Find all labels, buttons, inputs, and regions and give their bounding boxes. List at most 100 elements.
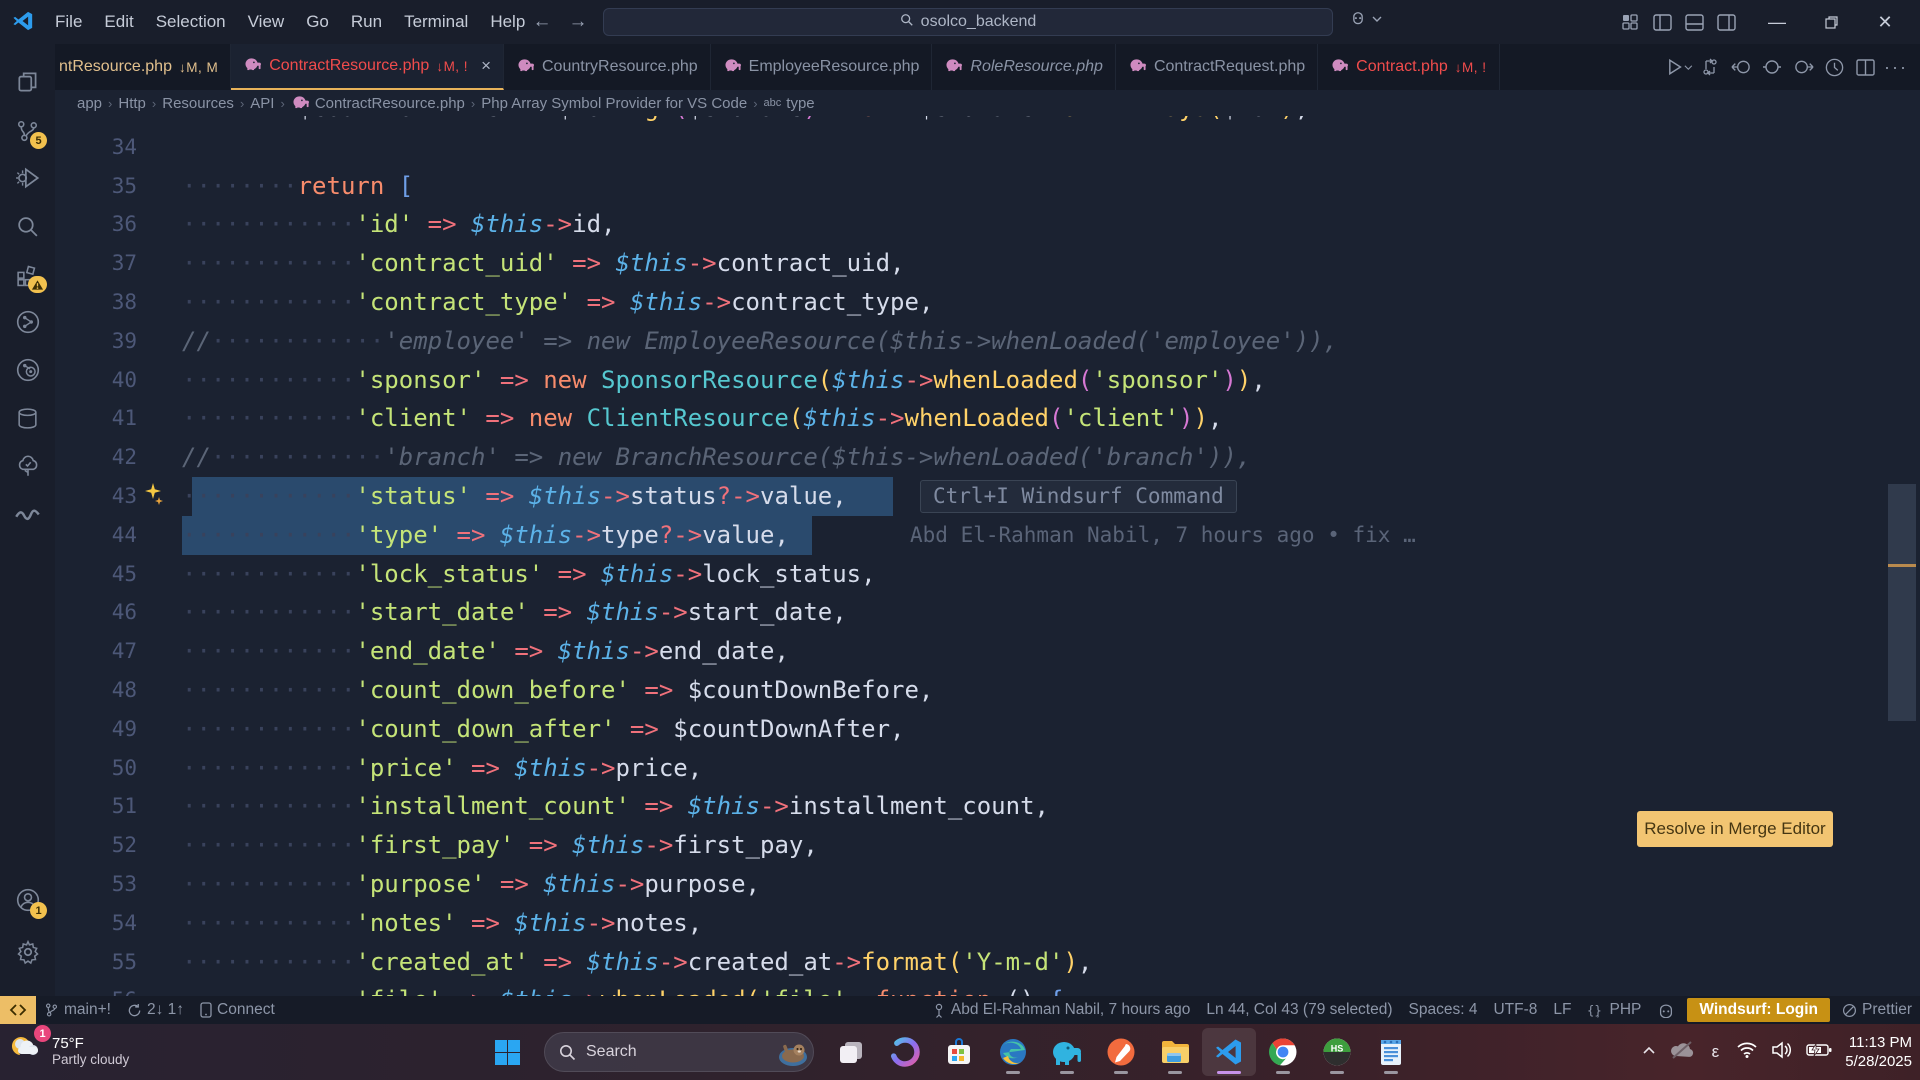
menu-edit[interactable]: Edit: [93, 8, 144, 36]
activity-database-icon[interactable]: [0, 394, 55, 442]
menu-view[interactable]: View: [237, 8, 296, 36]
close-button[interactable]: ✕: [1862, 0, 1908, 44]
volume-icon[interactable]: [1771, 1041, 1793, 1064]
remote-indicator[interactable]: [0, 996, 36, 1024]
php-file-icon: [1330, 57, 1349, 77]
symbol-string-icon: abc: [764, 97, 782, 109]
menu-file[interactable]: File: [44, 8, 93, 36]
breadcrumb-item-contractresource-php[interactable]: ContractResource.php: [291, 94, 465, 113]
scrollbar-thumb[interactable]: [1888, 484, 1916, 721]
code-editor[interactable]: 33········$countDownAfter = $now->gt($en…: [55, 116, 1920, 996]
taskbar-clock[interactable]: 11:13 PM 5/28/2025: [1845, 1033, 1912, 1071]
activity-graph-circle-eye-icon[interactable]: [0, 346, 55, 394]
breadcrumb-item-type[interactable]: abctype: [764, 95, 815, 112]
activity-account-icon[interactable]: 1: [0, 876, 55, 924]
status-spaces-4[interactable]: Spaces: 4: [1401, 996, 1486, 1024]
activity-search-icon[interactable]: [0, 202, 55, 250]
tab-contractrequest-php[interactable]: ContractRequest.php: [1116, 44, 1318, 90]
code-line: 44············'type' => $this->type?->va…: [55, 516, 1920, 555]
activity-tree-icon[interactable]: [0, 442, 55, 490]
tab-countryresource-php[interactable]: CountryResource.php: [504, 44, 711, 90]
status-prettier[interactable]: Prettier: [1834, 996, 1920, 1024]
taskbar-postman-icon[interactable]: [1094, 1028, 1148, 1076]
status-bar: main+!2↓ 1↑Connect Abd El-Rahman Nabil, …: [0, 996, 1920, 1024]
nav-back-button[interactable]: ←: [528, 9, 556, 35]
taskbar-store-icon[interactable]: [932, 1028, 986, 1076]
svg-text:{̹}: {̹}: [1587, 1003, 1602, 1017]
status-connect[interactable]: Connect: [192, 996, 283, 1024]
taskbar-search-box[interactable]: Search: [544, 1032, 814, 1072]
onedrive-paused-icon[interactable]: [1669, 1040, 1695, 1065]
file-history-button[interactable]: [1820, 53, 1848, 81]
menu-run[interactable]: Run: [340, 8, 393, 36]
activity-run-debug-icon[interactable]: [0, 154, 55, 202]
tab-contract-php[interactable]: Contract.php↓M, !: [1318, 44, 1499, 90]
minimize-button[interactable]: —: [1754, 0, 1800, 44]
activity-graph-circle-icon[interactable]: [0, 298, 55, 346]
breadcrumb-item-resources[interactable]: Resources: [162, 95, 234, 112]
taskbar-heidisql-icon[interactable]: HS: [1310, 1028, 1364, 1076]
taskbar-chrome-icon[interactable]: [1256, 1028, 1310, 1076]
tab-roleresource-php[interactable]: RoleResource.php: [932, 44, 1116, 90]
line-number: 44: [55, 516, 137, 555]
taskbar-edge-icon[interactable]: [986, 1028, 1040, 1076]
wifi-icon[interactable]: [1736, 1041, 1758, 1063]
previous-change-button[interactable]: [1727, 53, 1755, 81]
activity-extensions-icon[interactable]: [0, 250, 55, 298]
more-actions-button[interactable]: ···: [1882, 53, 1910, 81]
activity-settings-icon[interactable]: [0, 928, 55, 976]
run-file-button[interactable]: [1665, 53, 1693, 81]
tray-chevron-up-icon[interactable]: [1642, 1043, 1656, 1061]
next-change-button[interactable]: [1789, 53, 1817, 81]
breadcrumb-item-api[interactable]: API: [250, 95, 274, 112]
breadcrumb-item-app[interactable]: app: [77, 95, 102, 112]
taskbar-notepad-icon[interactable]: [1364, 1028, 1418, 1076]
status-windsurf-login[interactable]: Windsurf: Login: [1687, 998, 1830, 1022]
taskbar-task-view-icon[interactable]: [824, 1028, 878, 1076]
breadcrumb-item-php-array-symbol-provider-for-vs-code[interactable]: Php Array Symbol Provider for VS Code: [481, 95, 747, 112]
discard-change-button[interactable]: [1758, 53, 1786, 81]
tab-close-icon[interactable]: ×: [481, 56, 491, 76]
status-copilot[interactable]: [1649, 996, 1683, 1024]
toggle-secondary-sidebar-button[interactable]: [1712, 10, 1740, 34]
menu-terminal[interactable]: Terminal: [393, 8, 479, 36]
status-abd-el-rahman-nabil-7-hours-ago[interactable]: Abd El-Rahman Nabil, 7 hours ago: [924, 996, 1199, 1024]
tab-contractresource-php[interactable]: ContractResource.php↓M, !×: [231, 44, 504, 90]
toggle-panel-button[interactable]: [1680, 10, 1708, 34]
taskbar-start-icon[interactable]: [480, 1028, 534, 1076]
taskbar-file-explorer-icon[interactable]: [1148, 1028, 1202, 1076]
copilot-menu-button[interactable]: [1348, 9, 1382, 29]
status-php[interactable]: {̹}PHP: [1579, 996, 1649, 1024]
tab-ntresource-php[interactable]: ntResource.php↓M, M: [55, 44, 231, 90]
activity-explorer-icon[interactable]: [0, 58, 55, 106]
customize-layout-button[interactable]: [1616, 10, 1644, 34]
code-text: ············'status' => $this->status?->…: [182, 477, 847, 516]
status-2-1-[interactable]: 2↓ 1↑: [119, 996, 192, 1024]
tab-label: ContractRequest.php: [1154, 58, 1305, 76]
status-utf-8[interactable]: UTF-8: [1485, 996, 1545, 1024]
tab-employeeresource-php[interactable]: EmployeeResource.php: [711, 44, 933, 90]
activity-source-control-icon[interactable]: 5: [0, 106, 55, 154]
activity-windsurf-wave-icon[interactable]: [0, 490, 55, 538]
menu-go[interactable]: Go: [295, 8, 340, 36]
open-changes-button[interactable]: [1696, 53, 1724, 81]
person-icon: [932, 1003, 946, 1018]
code-line: 41············'client' => new ClientReso…: [55, 399, 1920, 438]
menu-selection[interactable]: Selection: [145, 8, 237, 36]
breadcrumb-item-http[interactable]: Http: [118, 95, 146, 112]
nav-forward-button[interactable]: →: [564, 9, 592, 35]
split-editor-button[interactable]: [1851, 53, 1879, 81]
taskbar-copilot-icon[interactable]: [878, 1028, 932, 1076]
weather-widget[interactable]: 1 75°F Partly cloudy: [6, 1029, 129, 1072]
command-center-search[interactable]: osolco_backend: [603, 8, 1333, 36]
status-ln-44-col-43-79-selected-[interactable]: Ln 44, Col 43 (79 selected): [1198, 996, 1400, 1024]
taskbar-vscode-icon[interactable]: [1202, 1028, 1256, 1076]
status-lf[interactable]: LF: [1545, 996, 1579, 1024]
input-language-indicator[interactable]: ε: [1708, 1042, 1724, 1062]
resolve-merge-button[interactable]: Resolve in Merge Editor: [1637, 811, 1833, 847]
toggle-sidebar-button[interactable]: [1648, 10, 1676, 34]
taskbar-php-elephant-icon[interactable]: [1040, 1028, 1094, 1076]
restore-button[interactable]: [1808, 0, 1854, 44]
status-main-[interactable]: main+!: [36, 996, 119, 1024]
battery-charging-icon[interactable]: [1806, 1043, 1832, 1062]
